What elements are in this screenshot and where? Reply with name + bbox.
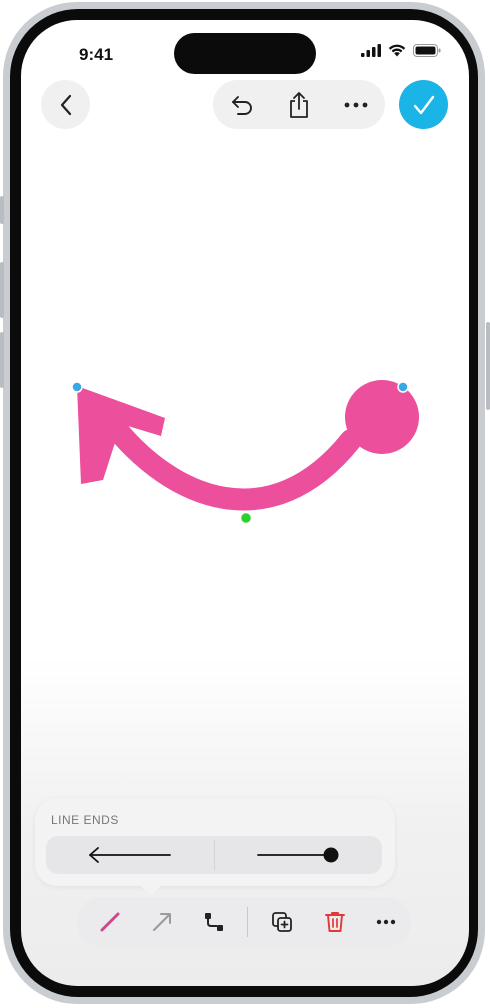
line-ends-popover: LINE ENDS (35, 798, 395, 886)
drawing-canvas (71, 380, 419, 525)
volume-up-button (0, 262, 4, 318)
end-point-handle[interactable] (397, 381, 409, 393)
delete-button[interactable] (315, 897, 355, 947)
ellipsis-icon (376, 919, 396, 925)
duplicate-button[interactable] (262, 897, 302, 947)
curve-control-handle[interactable] (239, 511, 253, 525)
duplicate-icon (272, 912, 292, 932)
screen: 9:41 LINE ENDS (21, 20, 469, 986)
toolbar-more-button[interactable] (366, 897, 406, 947)
line-dot-icon (257, 847, 339, 863)
arrow-stroke-button[interactable] (142, 897, 182, 947)
action-button (0, 196, 4, 224)
popover-pointer (139, 884, 163, 896)
toolbar-divider (247, 907, 248, 937)
line-end-option-arrow[interactable] (46, 836, 214, 874)
popover-title: LINE ENDS (51, 813, 119, 827)
curved-line-shape[interactable] (100, 411, 362, 511)
side-button (486, 322, 490, 410)
trash-icon (325, 912, 345, 932)
pen-stroke-icon (100, 912, 120, 932)
arrow-stroke-icon (153, 913, 171, 931)
pen-stroke-button[interactable] (90, 897, 130, 947)
start-point-handle[interactable] (71, 381, 83, 393)
connection-line-button[interactable] (194, 897, 234, 947)
line-end-option-dot[interactable] (214, 836, 382, 874)
arrow-left-icon (89, 847, 171, 863)
line-end-dot[interactable] (345, 380, 419, 454)
volume-down-button (0, 332, 4, 388)
bottom-toolbar (77, 897, 411, 947)
line-ends-segmented-control (46, 836, 382, 874)
connection-line-icon (205, 913, 223, 931)
